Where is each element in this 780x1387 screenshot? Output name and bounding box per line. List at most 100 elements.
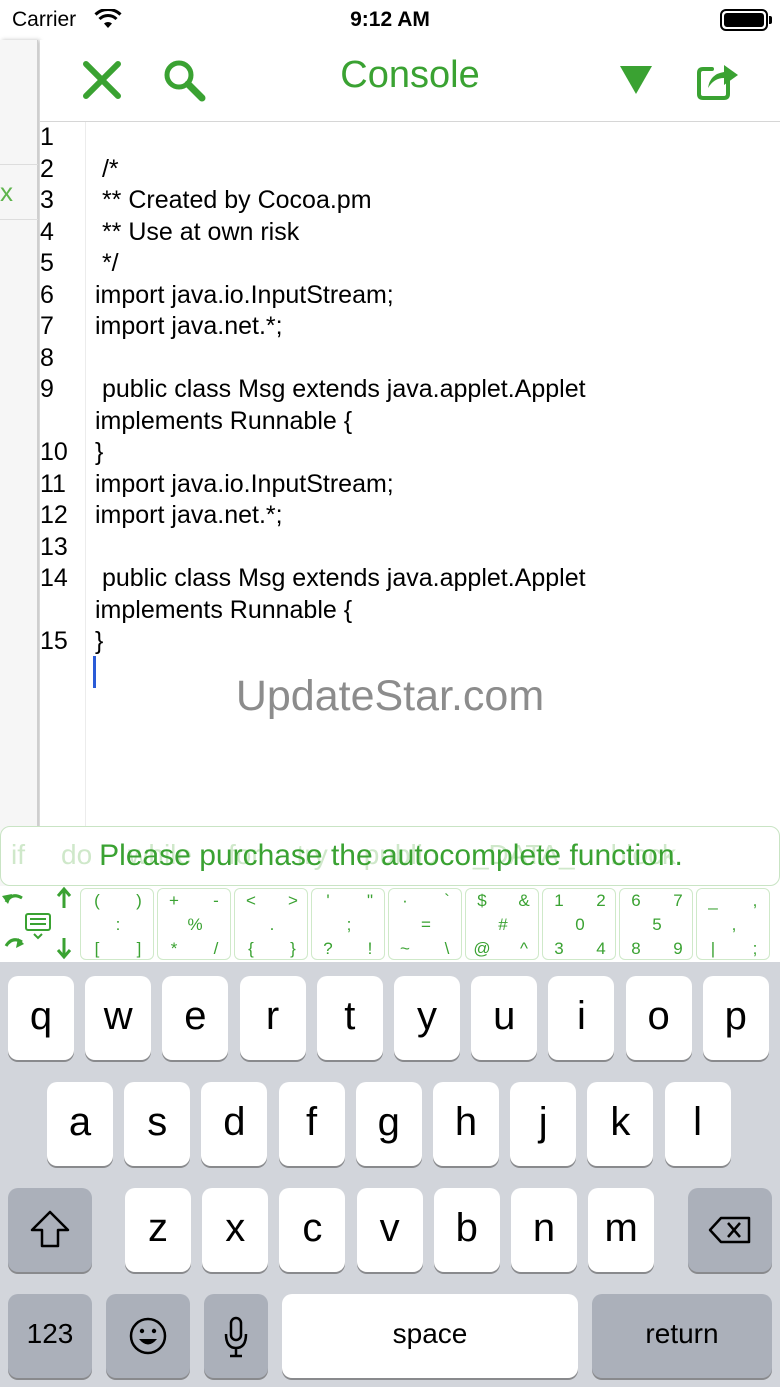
symbol-char: . [269, 915, 275, 934]
code-editor[interactable]: 1 2 3 4 5 6 7 8 9 10 11 12 13 14 15 /* ** Created by C… [40, 122, 780, 826]
symbol-key[interactable]: + -% * / [157, 888, 231, 960]
key-y[interactable]: y [394, 976, 460, 1060]
key-u[interactable]: u [471, 976, 538, 1060]
key-c[interactable]: c [279, 1188, 346, 1272]
code-line[interactable] [95, 532, 775, 564]
key-w[interactable]: w [85, 976, 152, 1060]
key-a[interactable]: a [47, 1082, 113, 1166]
status-bar: Carrier 9:12 AM [0, 0, 780, 40]
line-number: 13 [40, 532, 68, 561]
code-line[interactable]: */ [95, 248, 775, 280]
key-m[interactable]: m [588, 1188, 655, 1272]
side-drawer[interactable]: x [0, 40, 38, 962]
space-key[interactable]: space [282, 1294, 578, 1378]
key-b[interactable]: b [433, 1188, 500, 1272]
code-line[interactable]: implements Runnable { [95, 406, 775, 438]
key-n[interactable]: n [511, 1188, 577, 1272]
code-line[interactable] [95, 343, 775, 375]
code-line[interactable]: } [95, 626, 775, 658]
return-key[interactable]: return [592, 1294, 772, 1378]
key-r[interactable]: r [239, 976, 306, 1060]
symbol-key[interactable]: _,, |; [696, 888, 770, 960]
key-x[interactable]: x [202, 1188, 269, 1272]
code-line[interactable]: ** Created by Cocoa.pm [95, 185, 775, 217]
shift-key[interactable] [8, 1188, 92, 1272]
microphone-key[interactable] [204, 1294, 268, 1378]
code-line[interactable]: import java.io.InputStream; [95, 469, 775, 501]
key-e[interactable]: e [162, 976, 229, 1060]
symbol-char: 2 [596, 891, 606, 910]
symbol-key[interactable]: · ` = ~ \ [388, 888, 462, 960]
key-l[interactable]: l [664, 1082, 731, 1166]
symbol-char: 6 [631, 891, 641, 910]
key-t[interactable]: t [316, 976, 383, 1060]
key-s[interactable]: s [124, 1082, 191, 1166]
emoji-key[interactable] [106, 1294, 190, 1378]
symbol-key[interactable]: < >. {} [234, 888, 308, 960]
line-number: 5 [40, 249, 54, 277]
code-line[interactable]: public class Msg extends java.applet.App… [95, 374, 775, 406]
key-z[interactable]: z [125, 1188, 191, 1272]
dropdown-arrow-icon[interactable] [612, 56, 660, 104]
symbol-char: % [187, 915, 203, 934]
symbol-char: , [752, 891, 758, 910]
symbol-char: _ [708, 891, 718, 910]
code-line[interactable]: implements Runnable { [95, 595, 775, 627]
line-number-gutter: 1 2 3 4 5 6 7 8 9 10 11 12 13 14 15 [40, 122, 84, 658]
symbol-char: 0 [575, 915, 585, 934]
code-line[interactable]: import java.net.*; [95, 500, 775, 532]
code-line[interactable]: import java.net.*; [95, 311, 775, 343]
symbol-char: [ [94, 939, 100, 958]
line-number: 7 [40, 312, 54, 340]
key-k[interactable]: k [587, 1082, 654, 1166]
symbol-key[interactable]: ' ";?! [311, 888, 385, 960]
code-line[interactable] [95, 122, 775, 154]
symbol-char: & [518, 891, 530, 910]
key-d[interactable]: d [201, 1082, 268, 1166]
numbers-key[interactable]: 123 [8, 1294, 92, 1378]
line-number: 3 [40, 186, 54, 214]
code-line[interactable]: import java.io.InputStream; [95, 280, 775, 312]
key-h[interactable]: h [433, 1082, 499, 1166]
symbol-char: : [115, 915, 121, 934]
symbol-char: , [731, 915, 737, 934]
symbol-char: \ [444, 939, 450, 958]
drawer-close-button[interactable]: x [0, 164, 38, 220]
key-o[interactable]: o [625, 976, 692, 1060]
key-j[interactable]: j [510, 1082, 577, 1166]
symbol-char: ! [367, 939, 373, 958]
symbol-key[interactable]: $ & # @ ^ [465, 888, 539, 960]
symbol-char: | [710, 939, 716, 958]
emoji-icon [129, 1317, 167, 1355]
code-line[interactable]: ** Use at own risk [95, 217, 775, 249]
symbol-char: 9 [673, 939, 683, 958]
key-q[interactable]: q [8, 976, 74, 1060]
symbol-char: { [248, 939, 254, 958]
code-line[interactable]: public class Msg extends java.applet.App… [95, 563, 775, 595]
code-text-area[interactable]: /* ** Created by Cocoa.pm ** Use at own … [95, 122, 775, 658]
symbol-key[interactable]: (): [] [80, 888, 154, 960]
line-number: 15 [40, 627, 68, 655]
undo-redo-keyboard-tool[interactable] [0, 886, 78, 962]
symbol-char: ; [346, 915, 352, 934]
autocomplete-bar[interactable]: if do while for try public _DATA_ block Please … [0, 826, 780, 886]
key-p[interactable]: p [702, 976, 769, 1060]
autocomplete-purchase-message[interactable]: Please purchase the autocomplete functio… [1, 839, 779, 873]
watermark: UpdateStar.com [235, 672, 545, 720]
symbol-key[interactable]: 1 203 4 [542, 888, 616, 960]
symbol-key-row: (): [] + -% * / < >. {} ' ";?! · ` = ~ \ $ & # @ ^ 1 2 0 3 4 6 7 5 8 9… [0, 886, 780, 962]
line-number: 2 [40, 154, 54, 183]
code-line[interactable]: } [95, 437, 775, 469]
code-line[interactable]: /* [95, 154, 775, 186]
share-icon[interactable] [694, 56, 742, 104]
line-number: 6 [40, 280, 54, 309]
shift-icon [30, 1210, 70, 1248]
key-f[interactable]: f [278, 1082, 345, 1166]
key-v[interactable]: v [356, 1188, 423, 1272]
backspace-key[interactable] [688, 1188, 772, 1272]
symbol-char: ? [323, 939, 333, 958]
symbol-key[interactable]: 6 758 9 [619, 888, 693, 960]
ios-keyboard: q w e r t y u i o p a s d f g h j k l z x c v b n m 123 space return [0, 962, 780, 1387]
key-g[interactable]: g [355, 1082, 422, 1166]
key-i[interactable]: i [548, 976, 615, 1060]
